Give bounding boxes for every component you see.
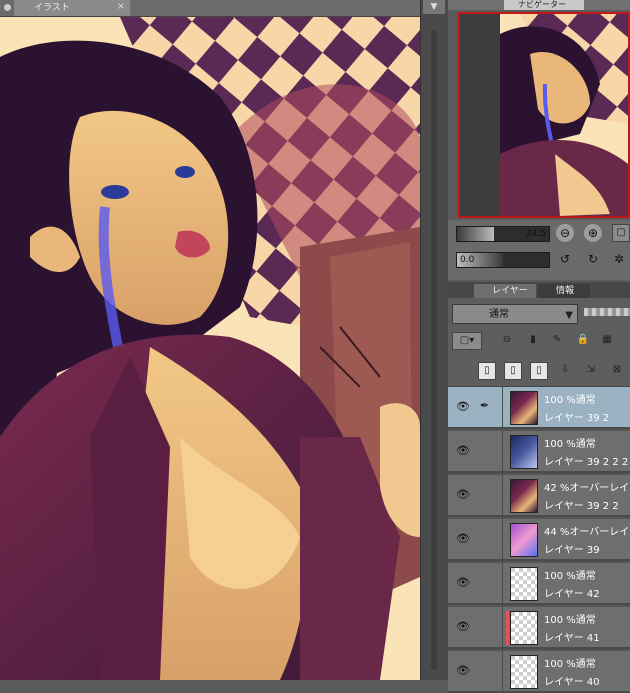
- layer-name: レイヤー 39: [544, 545, 600, 556]
- layer-thumbnail: [510, 479, 538, 513]
- layer-opacity-blend: 100 %通常: [544, 439, 596, 450]
- layer-tool-row-1: ▢▾ ⊖ ▮ ✎ 🔒 ▦: [448, 328, 630, 354]
- layer-row[interactable]: 👁 100 %通常 レイヤー 40: [448, 651, 630, 693]
- zoom-out-icon[interactable]: ⊖: [556, 224, 574, 242]
- layer-thumbnail: [510, 435, 538, 469]
- navigator-thumbnail: [460, 14, 628, 216]
- navigator-controls: 24.5 ⊖ ⊕ ▢ 0.0 ↺ ↻ ✲: [448, 220, 630, 280]
- eye-icon[interactable]: 👁: [456, 621, 470, 633]
- eye-icon[interactable]: 👁: [456, 665, 470, 677]
- close-icon[interactable]: ×: [115, 1, 127, 13]
- fit-view-icon[interactable]: ▢: [612, 224, 630, 242]
- rotate-left-icon[interactable]: ↺: [556, 250, 574, 268]
- eye-icon[interactable]: 👁: [456, 445, 470, 457]
- layer-row[interactable]: 👁 100 %通常 レイヤー 42: [448, 563, 630, 605]
- layer-name: レイヤー 40: [544, 677, 600, 688]
- new-vector-layer-icon[interactable]: ▯: [504, 362, 522, 380]
- lock-icon[interactable]: 🔒: [574, 332, 592, 350]
- row-divider: [502, 387, 503, 427]
- layer-thumbnail: [510, 611, 538, 645]
- layer-thumbnail: [510, 655, 538, 689]
- draft-icon[interactable]: ✎: [548, 332, 566, 350]
- navigator-tab[interactable]: ナビゲーター: [504, 0, 584, 10]
- reference-icon[interactable]: ▮: [524, 332, 542, 350]
- layer-row[interactable]: 👁 ✒ 100 %通常レイヤー 39 2: [448, 387, 630, 429]
- tab-layer-label: レイヤー: [492, 286, 528, 296]
- blend-mode-value: 通常: [489, 309, 509, 320]
- eye-icon[interactable]: 👁: [456, 401, 470, 413]
- layer-opacity-blend: 100 %通常: [544, 395, 596, 406]
- zoom-slider-fill: [457, 227, 494, 241]
- drawing-canvas[interactable]: [0, 17, 420, 680]
- navigator-tab-label: ナビゲーター: [518, 0, 566, 9]
- layer-name: レイヤー 39 2: [544, 413, 610, 424]
- rotate-right-icon[interactable]: ↻: [584, 250, 602, 268]
- layer-panel-tabs: レイヤー 情報: [448, 282, 630, 298]
- zoom-value: 24.5: [525, 229, 546, 239]
- tab-info-label: 情報: [556, 286, 575, 296]
- eye-icon[interactable]: 👁: [456, 577, 470, 589]
- zoom-in-icon[interactable]: ⊕: [584, 224, 602, 242]
- new-folder-icon[interactable]: ▯: [530, 362, 548, 380]
- rotation-value: 0.0: [460, 255, 475, 265]
- layer-row[interactable]: 👁 100 %通常レイヤー 39 2 2 2: [448, 431, 630, 473]
- tab-info[interactable]: 情報: [538, 284, 590, 298]
- right-panel: ナビゲーター 24.5 ⊖ ⊕ ▢ 0.0 ↺ ↻ ✲ レイヤー 情報 通常 ▼…: [448, 0, 630, 693]
- chevron-down-icon: ▼: [565, 310, 573, 321]
- delete-layer-icon[interactable]: ⊠: [608, 362, 626, 380]
- opacity-slider[interactable]: [584, 308, 630, 316]
- zoom-slider[interactable]: 24.5: [456, 226, 550, 242]
- layer-opacity-blend: 100 %通常: [544, 571, 596, 582]
- layer-name: レイヤー 39 2 2: [544, 501, 619, 512]
- layer-thumbnail: [510, 391, 538, 425]
- document-tab-label: イラスト: [34, 3, 70, 13]
- blend-mode-select[interactable]: 通常 ▼: [452, 304, 578, 324]
- row-divider: [502, 475, 503, 515]
- eye-icon[interactable]: 👁: [456, 489, 470, 501]
- navigator-preview[interactable]: [458, 12, 630, 218]
- row-divider: [502, 519, 503, 559]
- layer-thumbnail: [510, 567, 538, 601]
- vertical-scrollbar[interactable]: ▼: [420, 0, 449, 680]
- lock-transparency-icon[interactable]: ▦: [598, 332, 616, 350]
- new-raster-layer-icon[interactable]: ▯: [478, 362, 496, 380]
- eye-icon[interactable]: 👁: [456, 533, 470, 545]
- layer-name: レイヤー 41: [544, 633, 600, 644]
- layer-thumbnail: [510, 523, 538, 557]
- tab-status-icon: [4, 4, 11, 11]
- layer-opacity-blend: 100 %通常: [544, 615, 596, 626]
- document-tab-bar: イラスト ×: [0, 0, 420, 17]
- layer-tool-row-2: ▯ ▯ ▯ ⇩ ⇲ ⊠: [448, 354, 630, 387]
- row-divider: [502, 607, 503, 647]
- move-down-icon[interactable]: ⇩: [556, 362, 574, 380]
- layer-row[interactable]: 👁 42 %オーバーレイ レイヤー 39 2 2: [448, 475, 630, 517]
- layer-color-icon[interactable]: ▢▾: [452, 332, 482, 350]
- clip-icon[interactable]: ⊖: [498, 332, 516, 350]
- layer-opacity-blend: 100 %通常: [544, 659, 596, 670]
- scroll-track[interactable]: [431, 30, 437, 670]
- scroll-up-arrow-icon[interactable]: ▼: [423, 0, 445, 14]
- canvas-illustration: [0, 17, 420, 680]
- row-divider: [502, 431, 503, 471]
- document-tab[interactable]: イラスト ×: [14, 0, 130, 16]
- merge-icon[interactable]: ⇲: [582, 362, 600, 380]
- layer-name: レイヤー 39 2 2 2: [544, 457, 629, 468]
- layer-row[interactable]: 👁 44 %オーバーレイ レイヤー 39: [448, 519, 630, 561]
- layer-opacity-blend: 44 %オーバーレイ: [544, 527, 630, 538]
- layer-name: レイヤー 42: [544, 589, 600, 600]
- layer-opacity-blend: 42 %オーバーレイ: [544, 483, 630, 494]
- rotation-slider[interactable]: 0.0: [456, 252, 550, 268]
- row-divider: [502, 651, 503, 691]
- blend-mode-row: 通常 ▼: [448, 298, 630, 328]
- navigator-header: ナビゲーター: [448, 0, 630, 10]
- layer-color-mark: [506, 611, 509, 645]
- reset-rotation-icon[interactable]: ✲: [610, 250, 628, 268]
- row-divider: [502, 563, 503, 603]
- layer-list: 👁 ✒ 100 %通常 レイヤー 39 2 👁 100 %通常 レイヤー 39 2 2 2 👁…: [448, 387, 630, 693]
- pen-icon: ✒: [480, 399, 490, 412]
- layer-row[interactable]: 👁 100 %通常 レイヤー 41: [448, 607, 630, 649]
- tab-layer[interactable]: レイヤー: [474, 284, 536, 298]
